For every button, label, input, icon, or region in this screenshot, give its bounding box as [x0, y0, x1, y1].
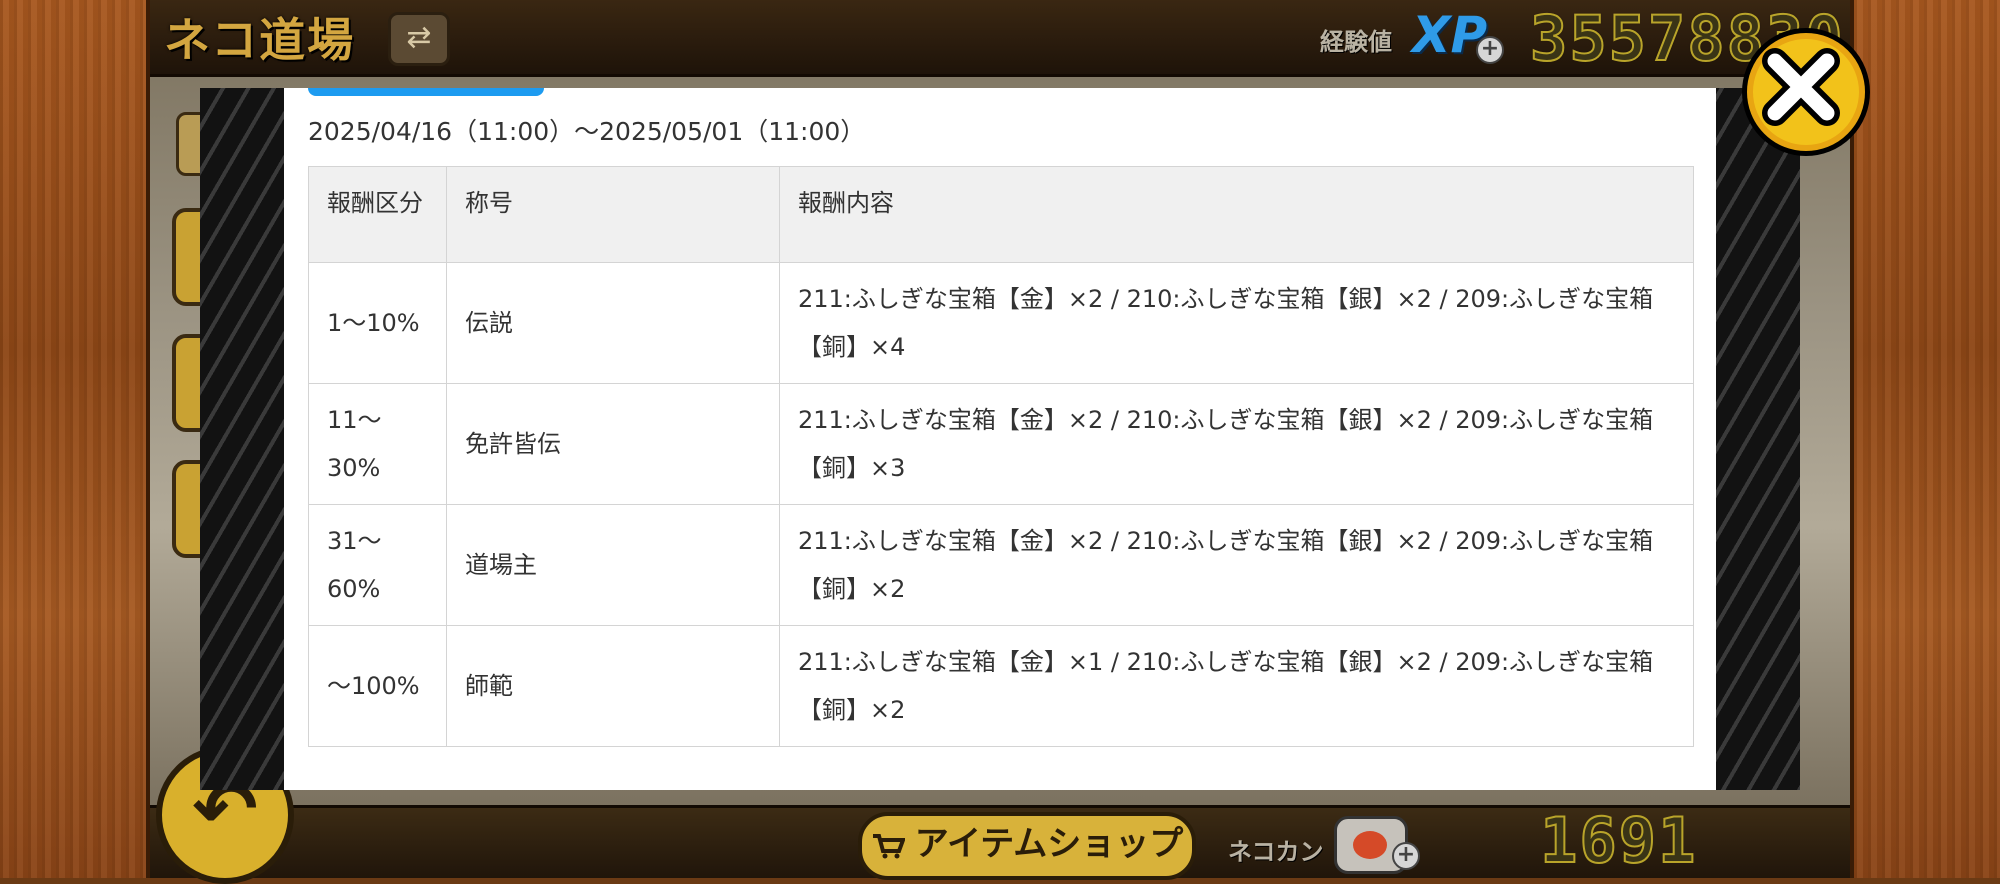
screen-title: ネコ道場	[164, 13, 356, 67]
cat-food-plus-icon[interactable]: +	[1392, 842, 1420, 870]
tab-indicator	[308, 88, 544, 96]
title-cell: 免許皆伝	[446, 383, 780, 505]
reward-cell: 211:ふしぎな宝箱【金】×1 / 210:ふしぎな宝箱【銀】×2 / 209:…	[779, 625, 1694, 747]
item-shop-button[interactable]: アイテムショップ	[858, 812, 1196, 880]
table-row: 〜100% 師範 211:ふしぎな宝箱【金】×1 / 210:ふしぎな宝箱【銀】…	[308, 625, 1694, 747]
cart-icon	[872, 833, 905, 858]
table-header-row: 報酬区分 称号 報酬内容	[308, 166, 1694, 263]
event-period: 2025/04/16（11:00）〜2025/05/01（11:00）	[308, 117, 866, 146]
xp-label: 経験値	[1320, 28, 1392, 56]
table-row: 31〜60% 道場主 211:ふしぎな宝箱【金】×2 / 210:ふしぎな宝箱【…	[308, 504, 1694, 626]
tier-cell: 1〜10%	[308, 262, 447, 384]
column-header-reward: 報酬内容	[779, 166, 1694, 263]
top-bar: ネコ道場 ⇄ 経験値 XP + 35578830	[150, 0, 1850, 77]
column-header-tier: 報酬区分	[308, 166, 447, 263]
xp-badge: XP	[1412, 6, 1488, 64]
tier-cell: 〜100%	[308, 625, 447, 747]
reward-table: 報酬区分 称号 報酬内容 1〜10% 伝説 211:ふしぎな宝箱【金】×2 / …	[308, 166, 1694, 747]
tier-cell: 31〜60%	[308, 504, 447, 626]
wood-frame-left	[0, 0, 150, 878]
title-cell: 伝説	[446, 262, 780, 384]
wood-frame-right	[1850, 0, 2000, 878]
swap-icon[interactable]: ⇄	[388, 12, 450, 66]
cat-food-label: ネコカン	[1228, 838, 1324, 866]
tier-cell: 11〜30%	[308, 383, 447, 505]
xp-plus-icon[interactable]: +	[1476, 36, 1504, 64]
table-row: 1〜10% 伝説 211:ふしぎな宝箱【金】×2 / 210:ふしぎな宝箱【銀】…	[308, 262, 1694, 384]
close-button[interactable]	[1742, 28, 1870, 156]
reward-cell: 211:ふしぎな宝箱【金】×2 / 210:ふしぎな宝箱【銀】×2 / 209:…	[779, 504, 1694, 626]
title-cell: 師範	[446, 625, 780, 747]
reward-cell: 211:ふしぎな宝箱【金】×2 / 210:ふしぎな宝箱【銀】×2 / 209:…	[779, 383, 1694, 505]
table-row: 11〜30% 免許皆伝 211:ふしぎな宝箱【金】×2 / 210:ふしぎな宝箱…	[308, 383, 1694, 505]
reward-cell: 211:ふしぎな宝箱【金】×2 / 210:ふしぎな宝箱【銀】×2 / 209:…	[779, 262, 1694, 384]
close-icon	[1762, 48, 1840, 126]
cat-food-value: 1691	[1539, 803, 1698, 878]
column-header-title: 称号	[446, 166, 780, 263]
title-cell: 道場主	[446, 504, 780, 626]
item-shop-label: アイテムショップ	[914, 824, 1184, 864]
reward-dialog: 2025/04/16（11:00）〜2025/05/01（11:00） 報酬区分…	[284, 88, 1716, 790]
